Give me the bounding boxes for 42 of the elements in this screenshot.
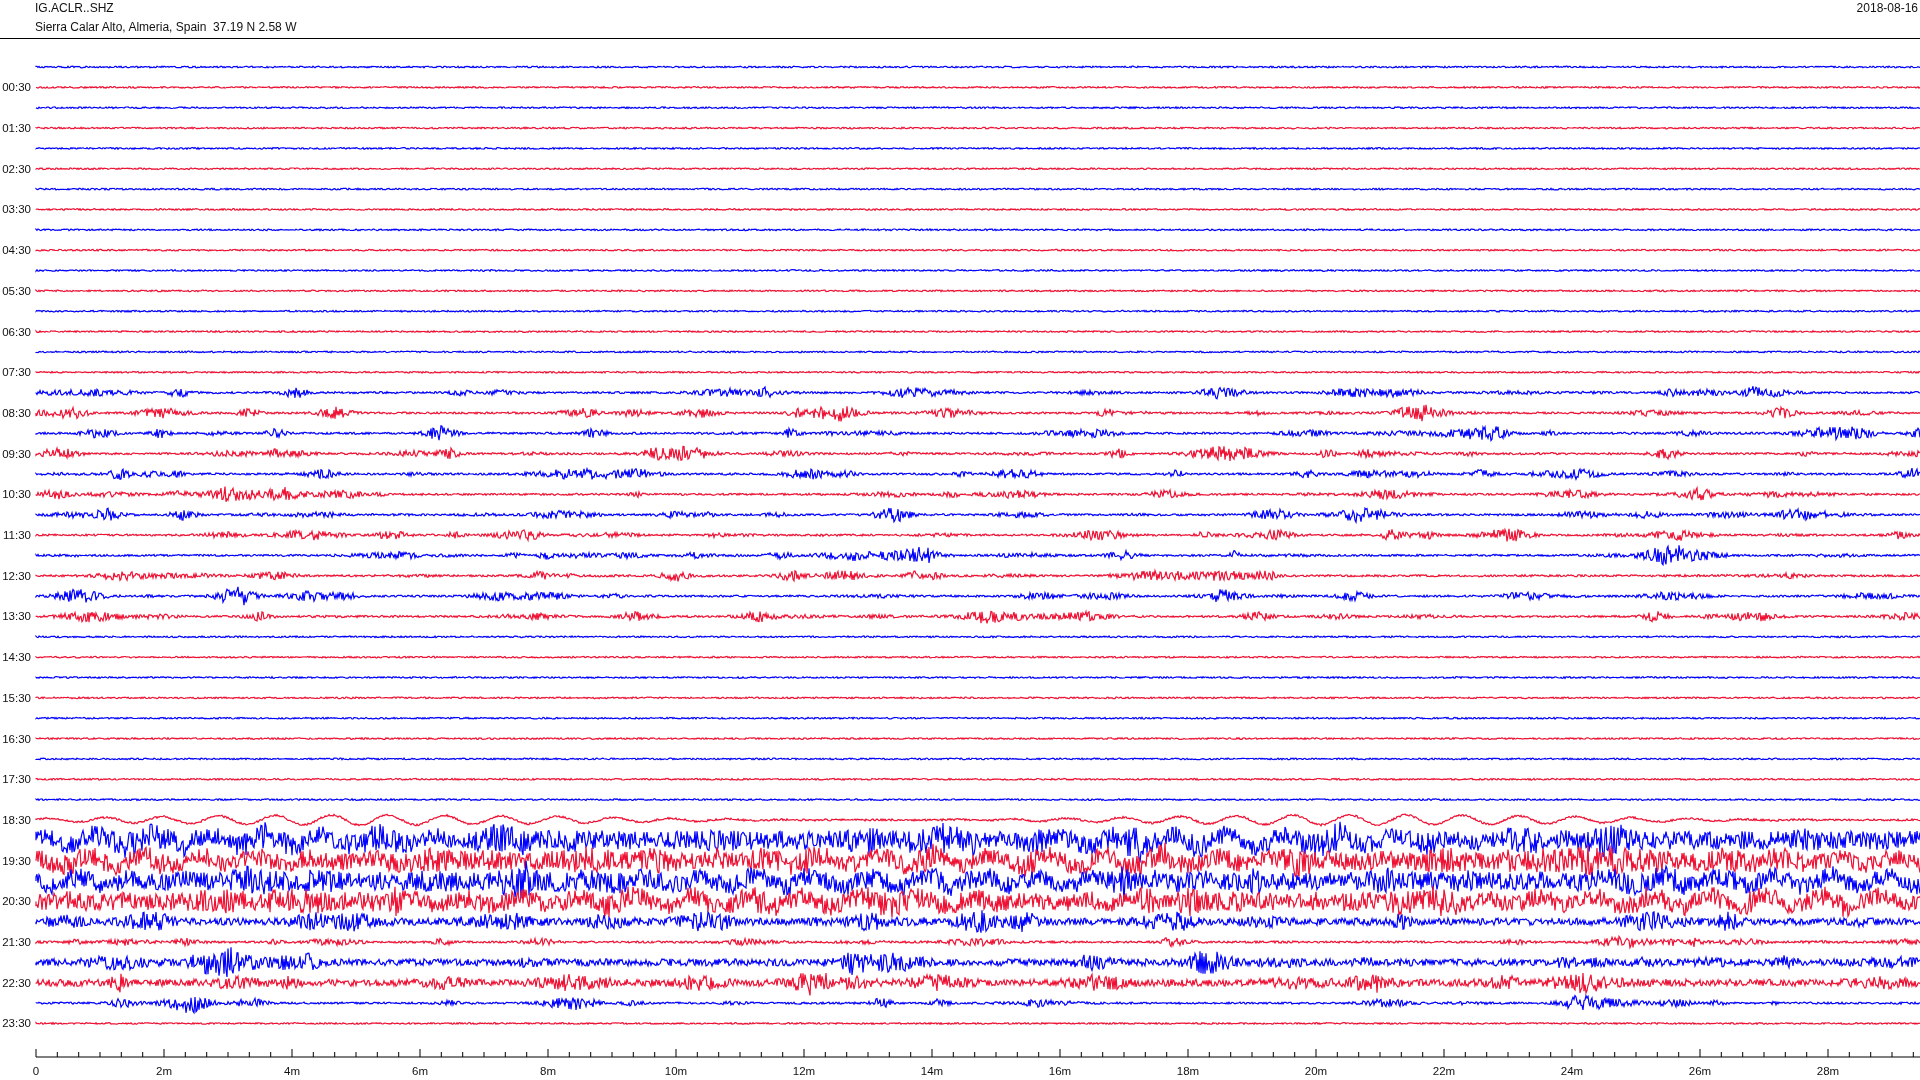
hour-label: 05:30 [2, 284, 31, 297]
tick-label: 4m [284, 1065, 300, 1077]
tick-label: 16m [1048, 1065, 1072, 1077]
hour-label: 09:30 [2, 447, 31, 460]
tick-label: 10m [664, 1065, 688, 1077]
tick-label: 12m [792, 1065, 816, 1077]
hour-label: 07:30 [2, 366, 31, 379]
hour-label: 02:30 [2, 162, 31, 175]
tick-label: 2m [156, 1065, 172, 1077]
record-date: 2018-08-16 [1856, 1, 1918, 16]
tick-label: 24m [1560, 1065, 1584, 1077]
hour-label: 16:30 [2, 732, 31, 745]
tick-label: 18m [1176, 1065, 1200, 1077]
hour-label: 15:30 [2, 691, 31, 704]
tick-label: 0 [32, 1065, 40, 1077]
hour-label: 19:30 [2, 854, 31, 867]
hour-label: 23:30 [2, 1017, 31, 1030]
hour-label: 18:30 [2, 813, 31, 826]
hour-label: 21:30 [2, 936, 31, 949]
hour-label: 04:30 [2, 244, 31, 257]
hour-label: 13:30 [2, 610, 31, 623]
hour-label: 11:30 [3, 529, 31, 542]
hour-label: 14:30 [2, 651, 31, 664]
station-code: IG.ACLR..SHZ [35, 1, 115, 16]
hour-label: 22:30 [2, 976, 31, 989]
tick-label: 22m [1432, 1065, 1456, 1077]
hour-label: 06:30 [2, 325, 31, 338]
hour-label: 01:30 [2, 122, 31, 135]
hour-label: 00:30 [2, 81, 31, 94]
tick-label: 20m [1304, 1065, 1328, 1077]
hour-label: 17:30 [2, 773, 31, 786]
tick-label: 6m [412, 1065, 428, 1077]
tick-label: 28m [1816, 1065, 1840, 1077]
tick-label: 8m [540, 1065, 556, 1077]
station-location: Sierra Calar Alto, Almeria, Spain 37.19 N 2.58 W [35, 20, 297, 35]
hour-label: 08:30 [2, 406, 31, 419]
tick-label: 14m [920, 1065, 944, 1077]
tick-label: 26m [1688, 1065, 1712, 1077]
hour-label: 10:30 [2, 488, 31, 501]
hour-label: 20:30 [2, 895, 31, 908]
hour-label: 03:30 [2, 203, 31, 216]
hour-label: 12:30 [2, 569, 31, 582]
